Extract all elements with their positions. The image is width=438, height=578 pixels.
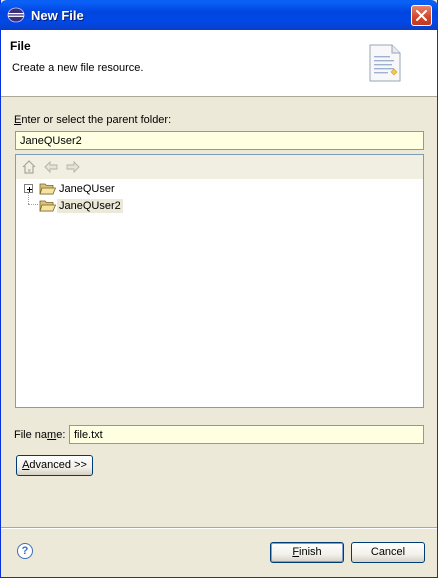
title-bar[interactable]: New File — [0, 0, 438, 30]
forward-arrow-icon[interactable] — [65, 159, 81, 175]
window-title: New File — [31, 8, 84, 23]
advanced-button[interactable]: Advanced >> — [16, 455, 93, 476]
expand-plus-icon[interactable] — [24, 184, 33, 193]
file-name-label: File name: — [14, 429, 66, 441]
page-title: File — [10, 39, 31, 53]
new-file-dialog: New File File Create a new file resource… — [0, 0, 438, 578]
back-arrow-icon[interactable] — [43, 159, 59, 175]
eclipse-icon — [7, 7, 25, 23]
parent-folder-input[interactable] — [15, 131, 424, 150]
close-icon — [416, 10, 427, 21]
close-button[interactable] — [411, 5, 432, 26]
tree-node[interactable]: JaneQUser2 — [16, 198, 316, 215]
help-icon[interactable]: ? — [17, 543, 33, 559]
parent-folder-label: Enter or select the parent folder: — [14, 114, 172, 126]
open-folder-icon — [39, 199, 57, 213]
finish-button[interactable]: Finish — [270, 542, 344, 563]
tree-toolbar — [16, 155, 423, 179]
file-name-input[interactable] — [69, 425, 424, 444]
tree-node-label: JaneQUser — [59, 183, 115, 195]
page-description: Create a new file resource. — [12, 62, 144, 74]
header-banner: File Create a new file resource. — [1, 30, 437, 97]
new-file-wizard-icon — [368, 43, 402, 86]
home-icon[interactable] — [21, 159, 37, 175]
tree-node[interactable]: JaneQUser — [16, 181, 316, 198]
folder-tree[interactable]: JaneQUser JaneQUser2 — [15, 154, 424, 408]
tree-node-label: JaneQUser2 — [57, 199, 123, 213]
footer-separator — [1, 527, 437, 529]
cancel-button[interactable]: Cancel — [351, 542, 425, 563]
open-folder-icon — [39, 182, 57, 196]
